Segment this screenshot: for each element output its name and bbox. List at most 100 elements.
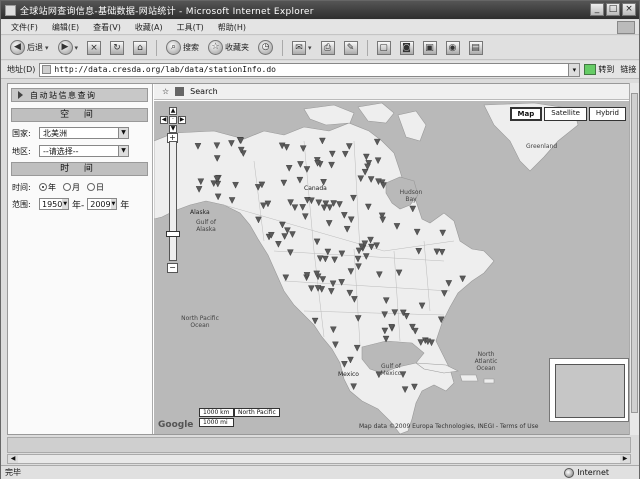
refresh-button[interactable]: ↻ — [107, 40, 127, 56]
query-panel-header[interactable]: 自动站信息查询 — [11, 88, 148, 102]
favorites-button[interactable]: ☆ 收藏夹 — [205, 39, 252, 56]
history-icon: ◷ — [258, 40, 274, 55]
google-logo[interactable]: Google — [158, 420, 193, 430]
label-gulf-of-mexico: Gulf of Mexico — [380, 363, 402, 377]
minimize-button[interactable]: _ — [590, 3, 604, 16]
menu-help[interactable]: 帮助(H) — [218, 22, 246, 33]
horizontal-scrollbar[interactable]: ◀ ▶ — [7, 454, 631, 464]
pan-center-button[interactable]: · — [169, 116, 177, 124]
go-button[interactable]: 转到 — [584, 64, 614, 75]
address-url: http://data.cresda.org/lab/data/stationI… — [54, 65, 276, 74]
discuss-button[interactable]: ▢ — [374, 40, 394, 56]
links-button[interactable]: 链接 — [620, 64, 636, 75]
vertical-scroll-thumb[interactable] — [631, 93, 638, 413]
pan-down-button[interactable]: ▼ — [169, 125, 177, 133]
address-bar: 地址(D) http://data.cresda.org/lab/data/st… — [1, 61, 639, 79]
range-row: 范围: 1950 ▼ 年- 2009 ▼ 年 — [12, 197, 129, 211]
scroll-left-button[interactable]: ◀ — [8, 455, 18, 463]
label-gulf-of-alaska: Gulf of Alaska — [196, 219, 216, 233]
google-map[interactable]: ▲ ◀ · ▶ ▼ + − Map Satellite Hybrid Canad… — [154, 101, 632, 434]
year-suffix: 年 — [120, 200, 130, 211]
messenger-button[interactable]: ◙ — [397, 40, 417, 56]
chevron-down-icon: ▼ — [110, 199, 117, 209]
menu-bar: 文件(F) 编辑(E) 查看(V) 收藏(A) 工具(T) 帮助(H) — [1, 20, 639, 35]
map-type-map-button[interactable]: Map — [509, 107, 543, 121]
pan-control: ▲ ◀ · ▶ ▼ — [160, 107, 186, 133]
toolbar: ◀ 后退 ▾ ▶ ▾ × ↻ ⌂ ⌕ 搜索 ☆ 收藏夹 ◷ ✉ ▾ ⎙ ✎ ▢ ◙… — [1, 36, 639, 60]
collapse-arrow-icon — [18, 91, 26, 99]
address-label: 地址(D) — [7, 65, 36, 74]
maximize-button[interactable]: □ — [606, 3, 620, 16]
map-area: ☆ Search ▲ ◀ · ▶ ▼ + − Map Satellite Hyb… — [154, 84, 632, 434]
radio-dot — [39, 183, 47, 191]
research-button[interactable]: ▣ — [420, 40, 440, 56]
year-from-select[interactable]: 1950 ▼ — [39, 198, 69, 210]
tool-button-a[interactable]: ◉ — [443, 40, 463, 56]
stop-button[interactable]: × — [84, 40, 104, 56]
menu-file[interactable]: 文件(F) — [11, 22, 38, 33]
tool-button-b[interactable]: ▤ — [466, 40, 486, 56]
home-button[interactable]: ⌂ — [130, 40, 150, 56]
star-icon: ☆ — [208, 40, 224, 55]
scale-top: 1000 km — [199, 408, 234, 417]
label-canada: Canada — [304, 185, 327, 192]
chevron-down-icon: ▾ — [45, 43, 49, 52]
zoom-out-button[interactable]: − — [167, 263, 178, 273]
refresh-icon: ↻ — [110, 40, 125, 55]
print-button[interactable]: ⎙ — [318, 40, 338, 56]
query-panel: 自动站信息查询 空 间 国家: 北美洲 ▼ 地区: --请选择-- ▼ 时 间 … — [8, 84, 153, 434]
history-button[interactable]: ◷ — [255, 39, 276, 56]
map-type-satellite-button[interactable]: Satellite — [544, 107, 587, 121]
mail-button[interactable]: ✉ ▾ — [289, 40, 315, 56]
edit-button[interactable]: ✎ — [341, 40, 361, 56]
forward-button[interactable]: ▶ ▾ — [55, 39, 82, 56]
map-tool-icon[interactable]: ☆ — [162, 87, 169, 96]
scroll-right-button[interactable]: ▶ — [620, 455, 630, 463]
menu-view[interactable]: 查看(V) — [93, 22, 121, 33]
address-input[interactable]: http://data.cresda.org/lab/data/stationI… — [39, 62, 570, 77]
section-time: 时 间 — [11, 162, 148, 176]
map-type-hybrid-button[interactable]: Hybrid — [588, 107, 626, 121]
mail-icon: ✉ — [292, 40, 307, 55]
scale-bar: 1000 km 1000 mi — [199, 408, 234, 428]
back-button[interactable]: ◀ 后退 ▾ — [7, 39, 52, 56]
ie-icon — [5, 4, 16, 16]
overview-map[interactable] — [549, 358, 629, 422]
close-button[interactable]: × — [622, 3, 636, 16]
section-space: 空 间 — [11, 108, 148, 122]
country-select[interactable]: 北美洲 ▼ — [39, 127, 129, 139]
menu-edit[interactable]: 编辑(E) — [52, 22, 79, 33]
country-label: 国家: — [12, 128, 31, 138]
map-breadcrumb[interactable]: Search — [190, 87, 217, 96]
menu-tools[interactable]: 工具(T) — [177, 22, 204, 33]
period-month-radio[interactable]: 月 — [63, 182, 80, 193]
page-content: 自动站信息查询 空 间 国家: 北美洲 ▼ 地区: --请选择-- ▼ 时 间 … — [7, 83, 632, 435]
favorites-label: 收藏夹 — [225, 43, 250, 52]
menu-favorites[interactable]: 收藏(A) — [135, 22, 163, 33]
map-copyright[interactable]: Map data ©2009 Europa Technologies, INEG… — [359, 423, 538, 430]
pan-left-button[interactable]: ◀ — [160, 116, 168, 124]
map-layer-icon[interactable] — [175, 87, 185, 96]
vertical-scrollbar[interactable] — [629, 83, 639, 435]
map-toolbar: ☆ Search — [154, 84, 632, 100]
status-text: 完毕 — [5, 468, 21, 477]
period-row: 时间: 年 月 日 — [12, 180, 108, 194]
messenger-icon: ◙ — [399, 40, 414, 55]
pan-up-button[interactable]: ▲ — [169, 107, 177, 115]
overview-viewport[interactable] — [555, 364, 625, 418]
pan-right-button[interactable]: ▶ — [178, 116, 186, 124]
zoom-slider-track[interactable] — [169, 141, 177, 261]
scale-bottom: 1000 mi — [199, 418, 234, 427]
address-dropdown-button[interactable]: ▾ — [569, 62, 581, 77]
region-label: 地区: — [12, 146, 31, 156]
chevron-down-icon: ▼ — [62, 199, 68, 209]
period-year-radio[interactable]: 年 — [39, 182, 56, 193]
search-button[interactable]: ⌕ 搜索 — [163, 39, 202, 56]
page-footer-band — [7, 437, 631, 453]
back-label: 后退 — [27, 43, 43, 52]
period-day-radio[interactable]: 日 — [87, 182, 104, 193]
region-select[interactable]: --请选择-- ▼ — [39, 145, 129, 157]
year-to-select[interactable]: 2009 ▼ — [87, 198, 118, 210]
zoom-slider-knob[interactable] — [166, 231, 180, 237]
year-separator: 年- — [72, 200, 85, 211]
